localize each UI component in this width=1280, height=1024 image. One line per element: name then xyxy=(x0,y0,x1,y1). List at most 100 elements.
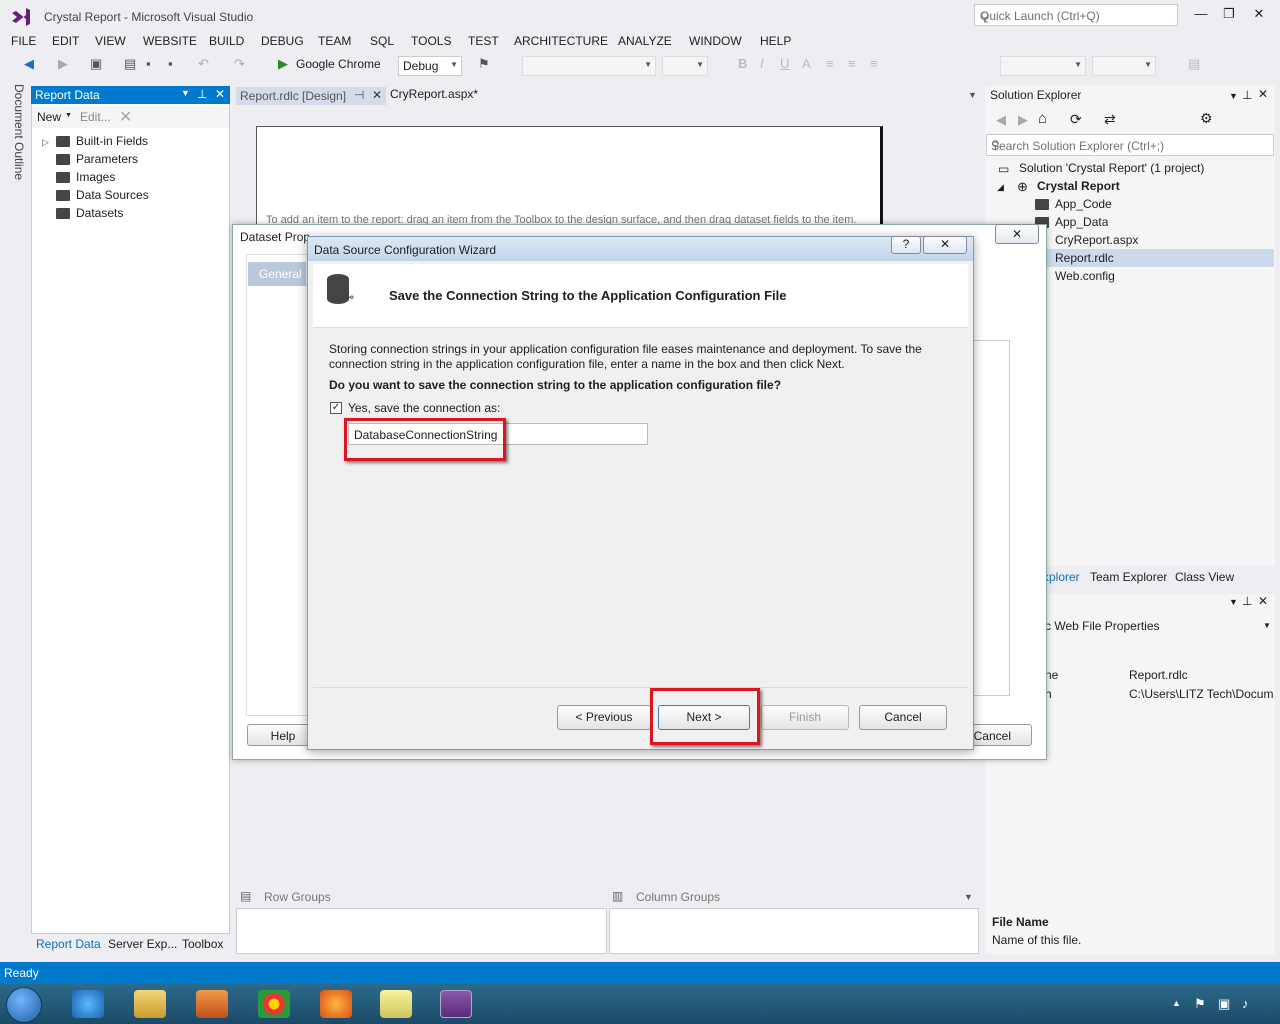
network-icon[interactable]: ▣ xyxy=(1218,996,1230,1012)
close-dialog-button[interactable]: ✕ xyxy=(923,236,967,254)
font-size-select[interactable]: ▼ xyxy=(662,56,708,76)
menu-window[interactable]: WINDOW xyxy=(689,34,742,48)
firefox-icon[interactable] xyxy=(320,990,352,1018)
align-center-icon[interactable]: ≡ xyxy=(848,56,856,71)
border-width-select[interactable]: ▼ xyxy=(1092,56,1156,76)
italic-icon[interactable]: I xyxy=(760,56,764,71)
undo-icon[interactable]: ↶ xyxy=(198,56,209,72)
start-button-icon[interactable] xyxy=(6,987,42,1023)
tree-item-data-sources[interactable]: Data Sources xyxy=(76,188,149,202)
back-icon[interactable]: ◀ xyxy=(996,112,1006,128)
file-explorer-icon[interactable] xyxy=(134,990,166,1018)
properties-object-select[interactable]: c Web File Properties xyxy=(1045,619,1160,633)
media-player-icon[interactable] xyxy=(196,990,228,1018)
home-icon[interactable]: ⌂ xyxy=(1038,110,1047,127)
tab-team-explorer[interactable]: Team Explorer xyxy=(1090,570,1167,584)
browser-select[interactable]: Google Chrome xyxy=(296,57,381,71)
forward-icon[interactable]: ▶ xyxy=(1018,112,1028,128)
expand-arrow-icon[interactable]: ▷ xyxy=(42,137,49,148)
tree-item-web-config[interactable]: Web.config xyxy=(1055,269,1115,283)
edit-button[interactable]: Edit... xyxy=(80,110,111,124)
chevron-down-icon[interactable]: ▼ xyxy=(964,892,973,902)
close-icon[interactable]: ✕ xyxy=(995,224,1039,244)
start-debugging-icon[interactable]: ▶ xyxy=(278,56,288,72)
tree-item-app-data[interactable]: App_Data xyxy=(1055,215,1108,229)
document-outline-tab[interactable]: Document Outline xyxy=(8,84,26,194)
save-icon[interactable]: ▪ xyxy=(146,56,151,71)
format-icon[interactable]: ▤ xyxy=(1188,56,1200,72)
chevron-down-icon[interactable]: ▼ xyxy=(968,90,977,100)
show-hidden-icons-icon[interactable]: ▲ xyxy=(1172,998,1181,1008)
menu-help[interactable]: HELP xyxy=(760,34,791,48)
close-icon[interactable]: ✕ xyxy=(1258,87,1268,101)
bold-icon[interactable]: B xyxy=(738,56,747,71)
redo-icon[interactable]: ↷ xyxy=(234,56,245,72)
save-all-icon[interactable]: ▪ xyxy=(168,56,173,71)
finish-button[interactable]: Finish xyxy=(761,705,849,730)
menu-team[interactable]: TEAM xyxy=(318,34,351,48)
collapse-arrow-icon[interactable]: ◢ xyxy=(997,182,1004,193)
help-button[interactable]: ? xyxy=(891,236,921,254)
internet-explorer-icon[interactable] xyxy=(72,990,104,1018)
solution-search-input[interactable]: Search Solution Explorer (Ctrl+;) ⚲ xyxy=(986,134,1274,156)
open-file-icon[interactable]: ▤ xyxy=(124,56,136,72)
quick-launch-input[interactable]: Quick Launch (Ctrl+Q) ⚲ xyxy=(974,4,1178,26)
tab-toolbox[interactable]: Toolbox xyxy=(182,937,223,951)
menu-view[interactable]: VIEW xyxy=(95,34,126,48)
volume-icon[interactable]: ♪ xyxy=(1242,996,1249,1011)
cancel-button[interactable]: Cancel xyxy=(859,705,947,730)
property-value[interactable]: C:\Users\LITZ Tech\Docum xyxy=(1129,687,1275,701)
tab-report-design[interactable]: Report.rdlc [Design] ⊣ ✕ xyxy=(236,87,386,105)
font-family-select[interactable]: ▼ xyxy=(522,56,656,76)
tree-item-cryreport-aspx[interactable]: CryReport.aspx xyxy=(1055,233,1138,247)
underline-icon[interactable]: U xyxy=(780,56,789,71)
minimize-button[interactable]: — xyxy=(1188,6,1214,24)
tab-cryreport-aspx[interactable]: CryReport.aspx* xyxy=(390,87,478,101)
action-center-icon[interactable]: ⚑ xyxy=(1194,996,1206,1012)
delete-icon[interactable]: ✕ xyxy=(119,107,132,127)
chevron-down-icon[interactable]: ▼ xyxy=(181,88,190,98)
tab-solution-explorer[interactable]: xplorer xyxy=(1043,570,1080,584)
new-project-icon[interactable]: ▣ xyxy=(90,56,102,72)
tab-report-data[interactable]: Report Data xyxy=(36,937,101,951)
fields-grid[interactable] xyxy=(970,340,1010,696)
save-connection-checkbox[interactable]: ✓ xyxy=(330,402,342,414)
menu-analyze[interactable]: ANALYZE xyxy=(618,34,672,48)
pin-icon[interactable]: ⊥ xyxy=(1242,88,1252,102)
chevron-down-icon[interactable]: ▼ xyxy=(1229,91,1238,101)
new-menu[interactable]: New xyxy=(37,110,61,124)
menu-debug[interactable]: DEBUG xyxy=(261,34,304,48)
report-body[interactable] xyxy=(256,126,883,226)
font-color-icon[interactable]: A xyxy=(802,56,811,71)
tree-item-built-in-fields[interactable]: Built-in Fields xyxy=(76,134,148,148)
tree-item-datasets[interactable]: Datasets xyxy=(76,206,123,220)
tree-item-images[interactable]: Images xyxy=(76,170,115,184)
pin-icon[interactable]: ⊣ xyxy=(354,88,364,102)
previous-button[interactable]: < Previous xyxy=(557,705,651,730)
restore-button[interactable]: ❐ xyxy=(1216,6,1242,24)
close-icon[interactable]: ✕ xyxy=(1258,594,1268,608)
save-connection-label[interactable]: Yes, save the connection as: xyxy=(348,401,500,415)
tree-item-project[interactable]: Crystal Report xyxy=(1037,179,1120,193)
align-icon[interactable]: ≡ xyxy=(826,56,834,71)
border-style-select[interactable]: ▼ xyxy=(1000,56,1086,76)
refresh-icon[interactable]: ⇄ xyxy=(1104,111,1116,128)
menu-website[interactable]: WEBSITE xyxy=(143,34,197,48)
column-groups-pane[interactable] xyxy=(609,908,979,954)
forward-icon[interactable]: ▶ xyxy=(58,56,68,72)
close-icon[interactable]: ✕ xyxy=(215,87,225,101)
chevron-down-icon[interactable]: ▼ xyxy=(1229,597,1238,607)
properties-icon[interactable]: ⚙ xyxy=(1200,110,1213,127)
close-window-button[interactable]: ✕ xyxy=(1246,6,1272,24)
back-icon[interactable]: ◀ xyxy=(24,56,34,72)
tree-item-solution[interactable]: Solution 'Crystal Report' (1 project) xyxy=(1019,161,1204,175)
chrome-icon[interactable] xyxy=(258,990,290,1018)
find-icon[interactable]: ⚑ xyxy=(478,56,490,72)
tab-server-explorer[interactable]: Server Exp... xyxy=(108,937,177,951)
visual-studio-taskbar-icon[interactable] xyxy=(440,990,472,1018)
tab-general[interactable]: General xyxy=(248,262,306,286)
tree-item-parameters[interactable]: Parameters xyxy=(76,152,138,166)
align-right-icon[interactable]: ≡ xyxy=(870,56,878,71)
tree-item-report-rdlc[interactable]: Report.rdlc xyxy=(1055,251,1114,265)
menu-sql[interactable]: SQL xyxy=(370,34,394,48)
